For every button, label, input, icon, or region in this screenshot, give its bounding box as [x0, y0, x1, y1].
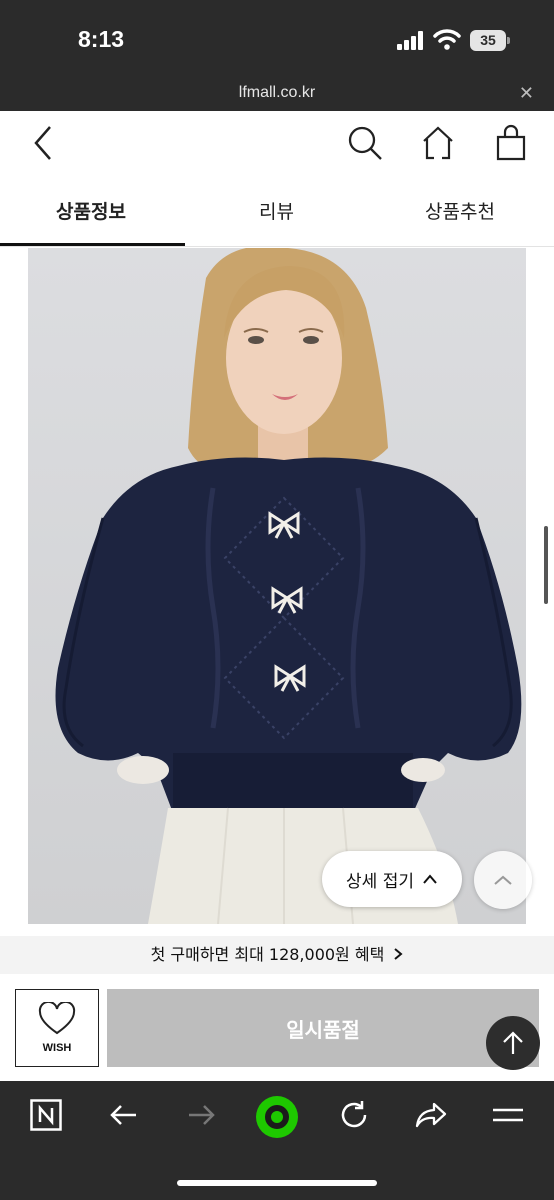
- share-icon[interactable]: [414, 1099, 448, 1131]
- status-bar: 8:13 35: [0, 0, 554, 80]
- url-text: lfmall.co.kr: [238, 84, 316, 101]
- tab-recommendations[interactable]: 상품추천: [425, 197, 495, 224]
- scroll-to-top-button[interactable]: [474, 851, 532, 909]
- home-indicator: [177, 1180, 377, 1186]
- page-scrollbar[interactable]: [544, 526, 548, 604]
- soldout-button[interactable]: 일시품절: [107, 989, 539, 1067]
- refresh-icon[interactable]: [338, 1099, 370, 1131]
- url-bar[interactable]: lfmall.co.kr ✕: [0, 80, 554, 111]
- arrow-up-icon: [503, 1031, 523, 1054]
- green-dot-icon[interactable]: [255, 1095, 299, 1139]
- promo-text: 첫 구매하면 최대 128,000원 혜택: [150, 945, 385, 964]
- product-image: [28, 248, 526, 924]
- back-icon[interactable]: [28, 123, 58, 163]
- battery-icon: 35: [470, 30, 510, 51]
- back-arrow-icon[interactable]: [108, 1099, 140, 1131]
- shopping-bag-icon[interactable]: [494, 123, 528, 163]
- first-purchase-promo[interactable]: 첫 구매하면 최대 128,000원 혜택: [0, 936, 554, 974]
- chevron-right-icon: [394, 948, 403, 960]
- product-tabs: 상품정보 리뷰 상품추천: [0, 179, 554, 247]
- home-icon[interactable]: [420, 123, 456, 163]
- status-time: 8:13: [78, 26, 125, 52]
- tab-product-info[interactable]: 상품정보: [56, 197, 126, 224]
- chevron-up-icon: [494, 875, 512, 885]
- wish-label: WISH: [42, 1042, 72, 1054]
- menu-icon[interactable]: [492, 1099, 524, 1131]
- purchase-bar: WISH 일시품절: [0, 974, 554, 1081]
- active-tab-indicator: [0, 243, 185, 246]
- collapse-detail-button[interactable]: 상세 접기: [322, 851, 462, 907]
- chevron-up-icon: [423, 874, 437, 884]
- search-icon[interactable]: [346, 123, 386, 163]
- forward-arrow-icon[interactable]: [185, 1099, 217, 1131]
- app-header: [0, 111, 554, 179]
- heart-icon: [38, 1002, 76, 1035]
- tab-reviews[interactable]: 리뷰: [259, 197, 294, 224]
- collapse-detail-label: 상세 접기: [346, 871, 414, 892]
- wifi-icon: [433, 29, 461, 50]
- close-icon[interactable]: ✕: [519, 83, 534, 104]
- cellular-signal-icon: [397, 30, 425, 50]
- naver-n-icon[interactable]: [30, 1099, 62, 1131]
- wish-button[interactable]: WISH: [15, 989, 99, 1067]
- scroll-to-top-fab[interactable]: [486, 1016, 540, 1070]
